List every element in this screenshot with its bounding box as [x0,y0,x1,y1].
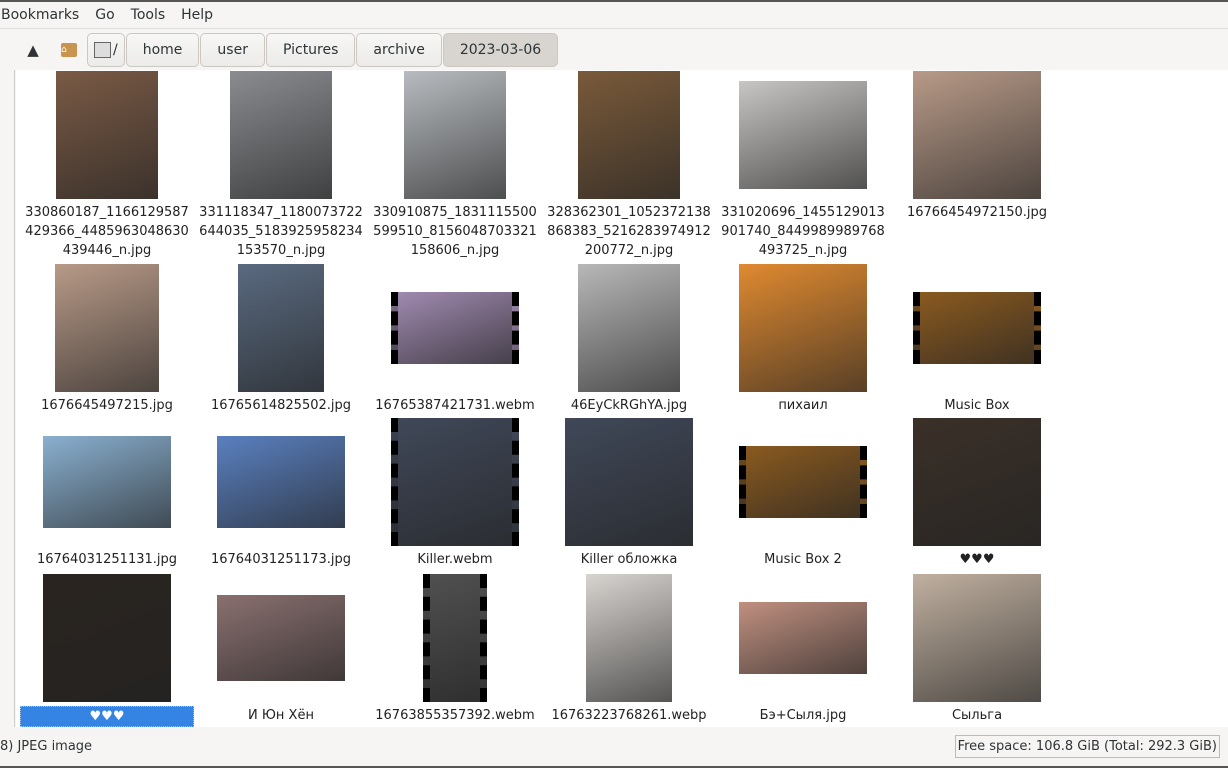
video-thumbnail [423,574,487,702]
file-name: Music Box [944,398,1010,413]
arrow-up-icon: ▲ [27,41,39,59]
image-thumbnail [56,71,158,199]
video-thumbnail [391,418,519,546]
image-thumbnail [739,602,867,674]
status-file-info: 8) JPEG image [0,739,93,754]
file-name: 16766454972150.jpg [906,205,1048,220]
breadcrumb-current[interactable]: 2023-03-06 [442,33,559,67]
breadcrumb-pictures[interactable]: Pictures [265,33,356,67]
file-item[interactable]: 330910875_1831115500599510_8156048703321… [368,71,542,260]
file-item[interactable]: 1676645497215.jpg [20,264,194,415]
file-item[interactable]: 16765614825502.jpg [194,264,368,415]
file-name: 16764031251131.jpg [36,552,178,567]
image-thumbnail [43,436,171,528]
file-item[interactable]: 328362301_1052372138868383_5216283974912… [542,71,716,260]
home-folder-icon: ⌂ [61,43,77,57]
image-thumbnail [55,264,159,392]
file-item[interactable]: Music Box 2 [716,418,890,569]
breadcrumb-home[interactable]: home [125,33,200,67]
toolbar: ▲ ⌂ / home user Pictures archive 2023-03… [0,30,1228,70]
image-thumbnail [43,574,171,702]
file-item[interactable]: 16766454972150.jpg [890,71,1064,222]
image-thumbnail [913,71,1041,199]
file-item[interactable]: 331020696_1455129013901740_8449989989768… [716,71,890,260]
file-item[interactable]: Сыльга [890,574,1064,725]
file-name: 16765387421731.webm [375,398,535,413]
file-name: 331020696_1455129013901740_8449989989768… [721,205,885,258]
file-name: И Юн Хён [248,708,314,723]
image-thumbnail [913,418,1041,546]
file-name: Music Box 2 [764,552,842,567]
menu-help[interactable]: Help [173,7,221,23]
file-item[interactable]: 331118347_1180073722644035_5183925958234… [194,71,368,260]
file-name: Сыльга [951,708,1003,723]
free-space: Free space: 106.8 GiB (Total: 292.3 GiB) [954,735,1220,758]
file-name: Killer обложка [580,552,678,567]
file-item[interactable]: 16764031251173.jpg [194,418,368,569]
breadcrumb-user[interactable]: user [200,33,265,67]
file-item[interactable]: Killer обложка [542,418,716,569]
image-thumbnail [565,418,693,546]
file-name: 16763855357392.webm [375,708,535,723]
drive-icon [94,42,111,58]
file-item[interactable]: И Юн Хён [194,574,368,725]
file-name: пихаил [778,398,828,413]
image-thumbnail [913,574,1041,702]
home-button[interactable]: ⌂ [51,33,87,67]
file-name: 1676645497215.jpg [41,398,173,413]
file-item[interactable]: 16763223768261.webp [542,574,716,725]
file-name: 330910875_1831115500599510_8156048703321… [373,205,537,258]
file-item[interactable]: пихаил [716,264,890,415]
video-thumbnail [391,292,519,364]
image-thumbnail [404,71,506,199]
file-name: Бэ+Сыля.jpg [759,708,847,723]
image-thumbnail [739,264,867,392]
file-item[interactable]: 330860187_1166129587429366_4485963048630… [20,71,194,260]
side-pane[interactable] [0,70,15,727]
file-item[interactable]: Killer.webm [368,418,542,569]
image-thumbnail [586,574,672,702]
file-name: 16763223768261.webp [551,708,707,723]
menu-bookmarks[interactable]: Bookmarks [0,7,87,23]
video-thumbnail [913,292,1041,364]
image-thumbnail [739,81,867,189]
file-item[interactable]: Music Box [890,264,1064,415]
file-item[interactable]: 46EyCkRGhYA.jpg [542,264,716,415]
status-bar: 8) JPEG image Free space: 106.8 GiB (Tot… [0,727,1228,768]
file-icon-view[interactable]: 330860187_1166129587429366_4485963048630… [16,70,1228,727]
image-thumbnail [230,71,332,199]
file-name: 46EyCkRGhYA.jpg [570,398,688,413]
image-thumbnail [238,264,324,392]
file-name: 328362301_1052372138868383_5216283974912… [547,205,711,258]
image-thumbnail [578,264,680,392]
file-item[interactable]: ♥♥♥ [20,574,194,727]
file-name: ♥♥♥ [20,706,194,727]
file-name: ♥♥♥ [959,552,995,567]
file-name: 330860187_1166129587429366_4485963048630… [25,205,189,258]
menu-tools[interactable]: Tools [123,7,174,23]
image-thumbnail [217,436,345,528]
file-item[interactable]: ♥♥♥ [890,418,1064,569]
file-item[interactable]: 16765387421731.webm [368,264,542,415]
up-button[interactable]: ▲ [15,33,51,67]
file-name: 16765614825502.jpg [210,398,352,413]
breadcrumb-archive[interactable]: archive [356,33,442,67]
file-name: Killer.webm [417,552,493,567]
image-thumbnail [578,71,680,199]
file-item[interactable]: Бэ+Сыля.jpg [716,574,890,725]
file-name: 331118347_1180073722644035_5183925958234… [199,205,363,258]
menu-go[interactable]: Go [87,7,122,23]
file-name: 16764031251173.jpg [210,552,352,567]
video-thumbnail [739,446,867,518]
breadcrumb-root[interactable]: / [87,33,125,67]
file-item[interactable]: 16764031251131.jpg [20,418,194,569]
image-thumbnail [217,595,345,681]
menu-bar: Bookmarks Go Tools Help [0,0,1228,29]
file-item[interactable]: 16763855357392.webm [368,574,542,725]
